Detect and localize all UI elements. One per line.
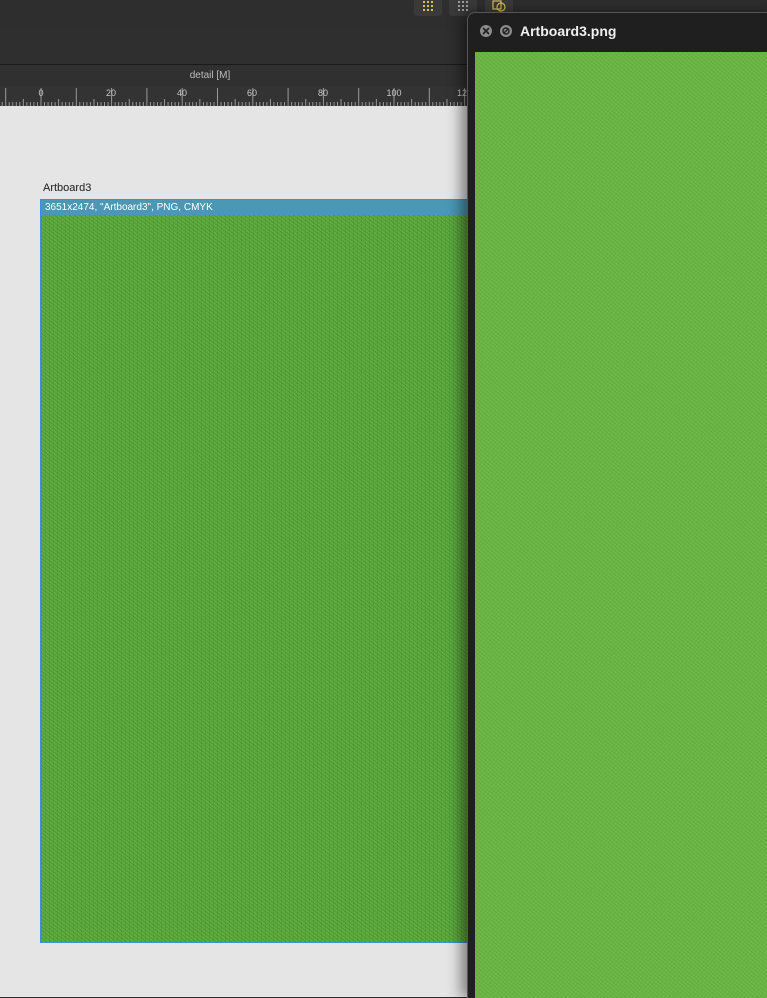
ruler-label: 0 <box>38 88 44 98</box>
ruler-label: 40 <box>176 88 188 98</box>
preview-titlebar[interactable]: Artboard3.png <box>468 13 767 51</box>
ruler-label: 20 <box>105 88 117 98</box>
grid-snap-icon[interactable] <box>414 0 442 16</box>
horizontal-ruler[interactable]: 0 20 40 60 80 100 12 <box>0 86 470 106</box>
artboard-name-label[interactable]: Artboard3 <box>43 182 91 194</box>
document-canvas[interactable]: Artboard3 3651x2474, "Artboard3", PNG, C… <box>0 106 470 997</box>
ruler-label: 100 <box>386 88 402 98</box>
preview-title: Artboard3.png <box>520 23 617 39</box>
ruler-label: 12 <box>456 88 468 98</box>
preview-image <box>475 52 767 998</box>
close-icon[interactable] <box>480 25 492 37</box>
document-title: detail [M] <box>189 70 231 81</box>
preview-window[interactable]: Artboard3.png <box>467 12 767 998</box>
ruler-label: 80 <box>317 88 329 98</box>
ruler-label: 60 <box>246 88 258 98</box>
disable-icon[interactable] <box>500 25 512 37</box>
artboard-info-bar: 3651x2474, "Artboard3", PNG, CMYK <box>41 200 470 215</box>
document-tab[interactable]: detail [M] <box>0 65 470 86</box>
artboard[interactable]: 3651x2474, "Artboard3", PNG, CMYK <box>40 199 470 943</box>
